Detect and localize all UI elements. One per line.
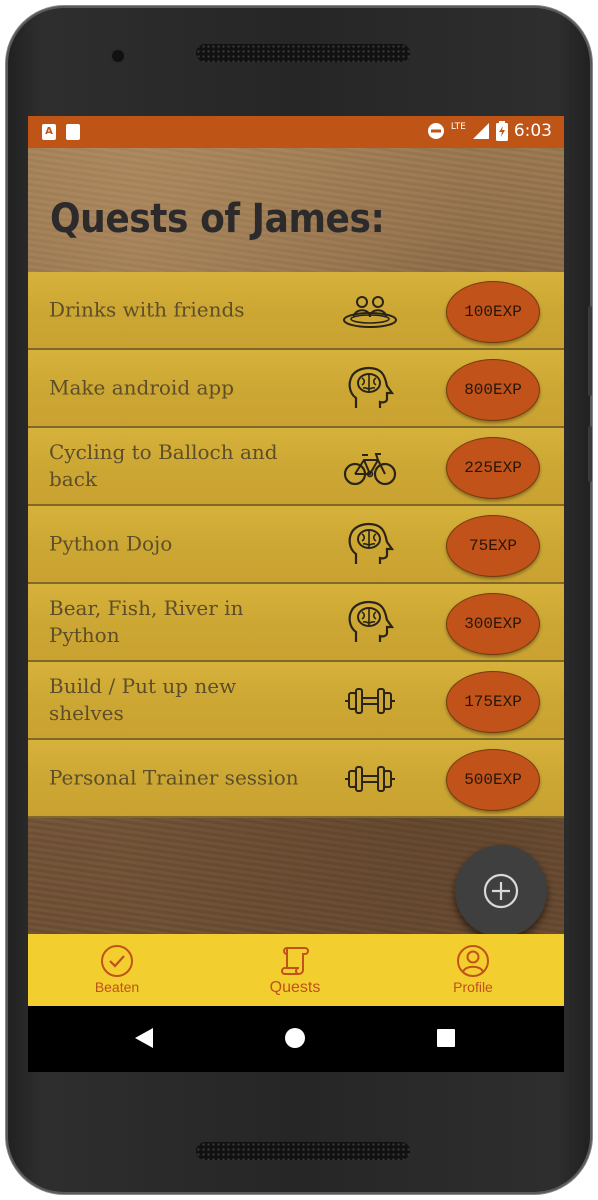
friends-icon [342, 286, 398, 334]
add-quest-button[interactable] [455, 845, 547, 937]
quest-row[interactable]: Make android app 800EXP [28, 350, 564, 428]
recents-icon[interactable] [436, 1028, 456, 1048]
status-bar: A LTE 6:03 [28, 116, 564, 148]
exp-badge[interactable]: 500EXP [446, 749, 540, 811]
brain-icon [342, 364, 398, 412]
notification-a-icon: A [42, 124, 56, 140]
plus-circle-icon [483, 873, 519, 909]
quest-label: Cycling to Balloch and back [49, 440, 278, 491]
nav-item-profile[interactable]: Profile [384, 934, 562, 1006]
nav-label-beaten: Beaten [94, 979, 140, 995]
bicycle-icon [342, 442, 398, 490]
quest-row[interactable]: Drinks with friends 100EXP [28, 272, 564, 350]
back-icon[interactable] [134, 1027, 154, 1049]
scroll-icon [281, 947, 309, 975]
dumbbell-icon [342, 754, 398, 802]
nav-label-profile: Profile [453, 979, 493, 995]
top-speaker [196, 44, 410, 62]
dumbbell-icon [342, 676, 398, 724]
check-circle-icon [101, 945, 133, 977]
bottom-speaker [196, 1142, 410, 1160]
network-type: LTE [450, 122, 466, 132]
status-time: 6:03 [513, 121, 552, 141]
nav-item-quests[interactable]: Quests [206, 934, 384, 1006]
page-title: Quests of James: [50, 196, 385, 242]
exp-badge[interactable]: 225EXP [446, 437, 540, 499]
nav-label-quests: Quests [269, 979, 321, 996]
exp-badge[interactable]: 75EXP [446, 515, 540, 577]
signal-icon [472, 123, 489, 139]
system-navigation-bar [28, 1006, 564, 1072]
brain-icon [342, 598, 398, 646]
quest-label: Bear, Fish, River in Python [49, 596, 244, 647]
sd-card-icon [66, 124, 80, 140]
quest-row[interactable]: Python Dojo 75EXP [28, 506, 564, 584]
volume-button [588, 306, 592, 396]
nav-item-beaten[interactable]: Beaten [28, 934, 206, 1006]
quest-label: Python Dojo [49, 531, 173, 556]
quest-label: Build / Put up new shelves [49, 674, 237, 725]
quest-row[interactable]: Bear, Fish, River in Python 300EXP [28, 584, 564, 662]
power-button [588, 426, 592, 482]
bottom-navigation: Beaten Quests Profile [28, 934, 564, 1006]
quest-label: Personal Trainer session [49, 765, 299, 790]
exp-badge[interactable]: 800EXP [446, 359, 540, 421]
brain-icon [342, 520, 398, 568]
quest-label: Make android app [49, 375, 235, 400]
home-icon[interactable] [284, 1027, 306, 1049]
battery-icon [495, 121, 508, 141]
front-camera [112, 50, 124, 62]
app-screen: A LTE 6:03 Quests of James: Drinks with … [28, 116, 564, 1072]
exp-badge[interactable]: 175EXP [446, 671, 540, 733]
do-not-disturb-icon [427, 123, 444, 139]
quest-label: Drinks with friends [49, 297, 245, 322]
wood-background: Quests of James: Drinks with friends 100E… [28, 148, 564, 937]
quest-row[interactable]: Personal Trainer session 500EXP [28, 740, 564, 818]
quest-row[interactable]: Build / Put up new shelves 175EXP [28, 662, 564, 740]
quest-row[interactable]: Cycling to Balloch and back 225EXP [28, 428, 564, 506]
person-circle-icon [457, 945, 489, 977]
exp-badge[interactable]: 100EXP [446, 281, 540, 343]
quest-list: Drinks with friends 100EXP Make android ap… [28, 272, 564, 818]
exp-badge[interactable]: 300EXP [446, 593, 540, 655]
